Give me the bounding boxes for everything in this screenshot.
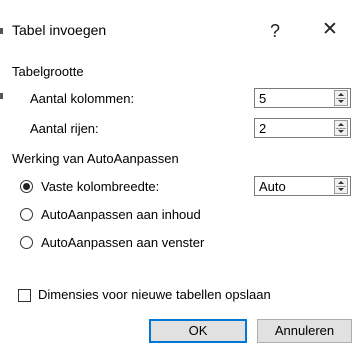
- columns-label: Aantal kolommen:: [30, 91, 135, 106]
- column-width-spinner[interactable]: Auto: [254, 176, 351, 196]
- spin-down-icon[interactable]: [338, 100, 344, 103]
- autofit-contents-label[interactable]: AutoAanpassen aan inhoud: [41, 207, 201, 222]
- autofit-window-label[interactable]: AutoAanpassen aan venster: [41, 235, 204, 250]
- remember-dimensions-label[interactable]: Dimensies voor nieuwe tabellen opslaan: [38, 287, 271, 302]
- spin-divider: [336, 128, 346, 129]
- table-size-group-label: Tabelgrootte: [12, 64, 84, 79]
- spin-down-icon[interactable]: [338, 130, 344, 133]
- spin-divider: [336, 98, 346, 99]
- radio-selected-dot: [23, 182, 30, 190]
- autofit-window-option[interactable]: AutoAanpassen aan venster: [20, 233, 204, 251]
- edge-mark: [0, 28, 3, 34]
- rows-spin-buttons[interactable]: [334, 120, 348, 136]
- rows-value[interactable]: 2: [259, 121, 266, 136]
- autofit-contents-option[interactable]: AutoAanpassen aan inhoud: [20, 205, 201, 223]
- spin-up-icon[interactable]: [338, 123, 344, 126]
- fixed-width-option[interactable]: Vaste kolombreedte:: [20, 177, 159, 195]
- fixed-width-label[interactable]: Vaste kolombreedte:: [41, 179, 159, 194]
- dialog-title: Tabel invoegen: [12, 22, 107, 38]
- spin-divider: [336, 186, 346, 187]
- cancel-button[interactable]: Annuleren: [257, 319, 352, 343]
- rows-spinner[interactable]: 2: [254, 118, 351, 138]
- edge-mark: [0, 93, 3, 99]
- ok-button[interactable]: OK: [149, 319, 247, 343]
- autofit-group-label: Werking van AutoAanpassen: [12, 151, 179, 166]
- spin-up-icon[interactable]: [338, 93, 344, 96]
- columns-spin-buttons[interactable]: [334, 90, 348, 106]
- columns-value[interactable]: 5: [259, 91, 266, 106]
- column-width-value[interactable]: Auto: [259, 179, 286, 194]
- close-icon[interactable]: ✕: [322, 20, 338, 40]
- spin-up-icon[interactable]: [338, 181, 344, 184]
- autofit-contents-radio[interactable]: [20, 207, 33, 221]
- column-width-spin-buttons[interactable]: [334, 178, 348, 194]
- autofit-window-radio[interactable]: [20, 235, 33, 249]
- help-icon[interactable]: ?: [270, 21, 280, 41]
- fixed-width-radio[interactable]: [20, 179, 33, 193]
- rows-label: Aantal rijen:: [30, 121, 99, 136]
- columns-spinner[interactable]: 5: [254, 88, 351, 108]
- spin-down-icon[interactable]: [338, 188, 344, 191]
- remember-dimensions-checkbox[interactable]: [18, 289, 31, 302]
